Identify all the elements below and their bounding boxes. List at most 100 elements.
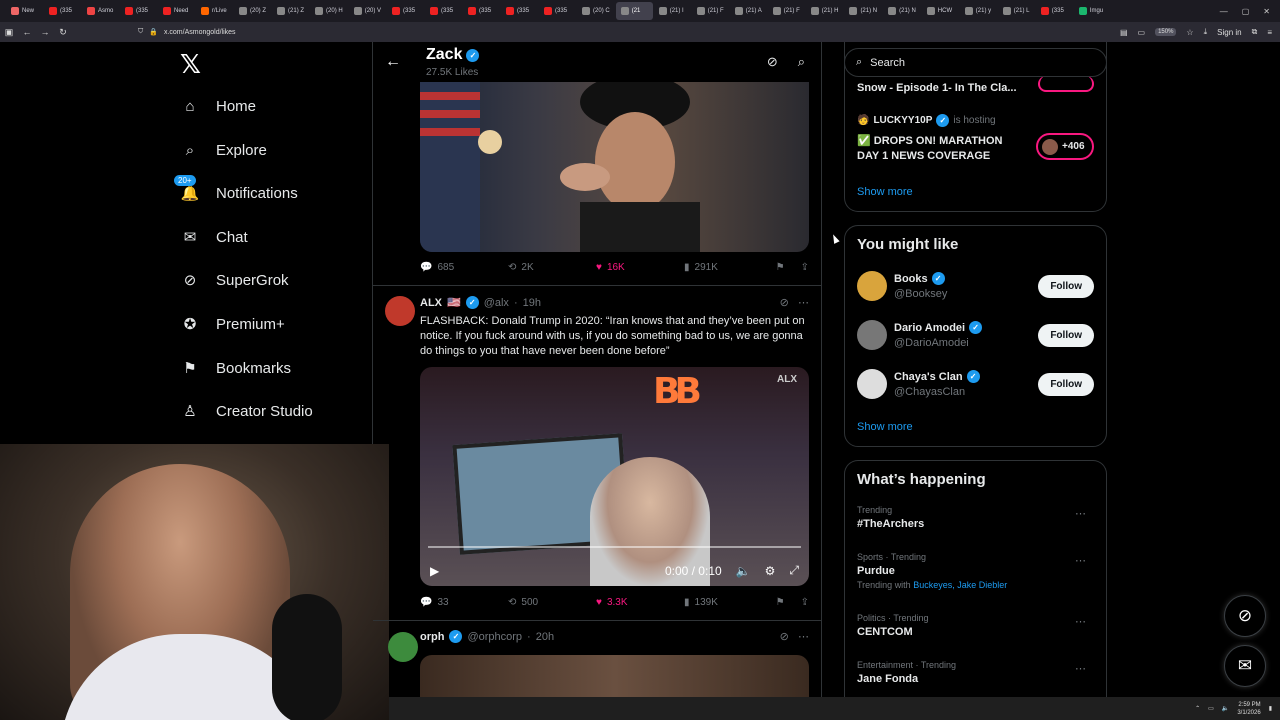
browser-tab[interactable]: (335 [1036,2,1073,20]
repost-button[interactable]: ⟲ 2K [508,262,596,273]
sidebar-item-chat[interactable]: ✉ Chat [180,227,248,247]
browser-tab[interactable]: (335 [501,2,538,20]
post-time[interactable]: 19h [523,297,541,309]
live-pill-partial[interactable] [1038,76,1094,92]
post-image[interactable] [420,655,809,697]
bookmark-icon[interactable]: ⚑ [776,262,785,273]
show-more-link[interactable]: Show more [857,421,913,433]
browser-tab[interactable]: (20) Z [234,2,271,20]
grok-icon[interactable]: ⊘ [780,631,789,643]
views-button[interactable]: ▮ 139K [684,597,772,608]
reply-button[interactable]: 💬 33 [420,597,508,608]
more-icon[interactable]: ⋯ [1075,662,1086,675]
download-icon[interactable]: ⤓ [1204,27,1208,37]
video-player[interactable]: BB ALX ▶ 0:00 / 0:10 🔈 ⚙ ⤢ [420,367,809,586]
trend-item[interactable]: Entertainment · Trending Jane Fonda ⋯ [857,660,1094,685]
browser-tab[interactable]: (21) L [998,2,1035,20]
browser-tab[interactable]: (21 [615,2,653,20]
browser-tab[interactable]: r/Live [196,2,233,20]
back-icon[interactable]: ← [18,27,36,37]
menu-icon[interactable]: ≡ [1267,28,1272,37]
x-logo-icon[interactable]: 𝕏 [180,50,201,80]
like-button[interactable]: ♥ 3.3K [596,597,684,608]
author-name[interactable]: ALX [420,297,442,309]
zoom-level[interactable]: 150% [1155,28,1177,36]
browser-tab[interactable]: HCW [922,2,959,20]
author-handle[interactable]: @alx [484,297,509,309]
more-icon[interactable]: ⋯ [1075,554,1086,567]
host-name[interactable]: LUCKYY10P [873,115,932,126]
grok-icon[interactable]: ⊘ [767,54,778,70]
share-icon[interactable]: ⇪ [801,597,809,608]
views-button[interactable]: ▮ 291K [684,262,772,273]
follow-button[interactable]: Follow [1038,323,1094,347]
browser-tab[interactable]: (335 [44,2,81,20]
volume-icon[interactable]: 🔈 [1222,705,1229,712]
browser-tab[interactable]: (21) Z [272,2,309,20]
back-arrow-icon[interactable]: ← [385,53,401,71]
browser-tab[interactable]: (20) V [349,2,386,20]
browser-tab[interactable]: (335 [387,2,424,20]
reader-icon[interactable]: ▤ [1120,28,1128,37]
repost-button[interactable]: ⟲ 500 [508,597,596,608]
signin-button[interactable]: Sign in [1217,28,1241,37]
post-image[interactable] [420,82,809,252]
more-icon[interactable]: ⋯ [798,631,809,643]
trending-with-links[interactable]: Buckeyes, Jake Diebler [913,580,1007,590]
avatar[interactable] [857,271,887,301]
reply-button[interactable]: 💬 685 [420,262,508,273]
avatar[interactable] [857,320,887,350]
sidebar-item-explore[interactable]: ⌕ Explore [180,140,267,160]
browser-tab[interactable]: (21) y [960,2,997,20]
trend-item[interactable]: Sports · Trending Purdue Trending with Buc… [857,552,1094,590]
browser-tab[interactable]: (21) N [883,2,921,20]
search-input[interactable]: ⌕ Search [844,48,1107,77]
browser-tab[interactable]: Need [158,2,195,20]
browser-tab[interactable]: (21) A [730,2,767,20]
live-title-partial[interactable]: Snow - Episode 1- In The Cla... [857,82,1017,94]
browser-tab[interactable]: (21) I [654,2,691,20]
sidebar-item-creator-studio[interactable]: ♙ Creator Studio [180,401,312,421]
grok-fab-button[interactable]: ⊘ [1224,595,1266,637]
browser-tab[interactable]: New [6,2,43,20]
sidebar-item-premium[interactable]: ✪ Premium+ [180,314,285,334]
browser-tab[interactable]: (21) N [844,2,882,20]
search-icon[interactable]: ⌕ [798,54,805,70]
browser-tab[interactable]: Imgu [1074,2,1111,20]
author-handle[interactable]: @orphcorp [467,631,522,643]
follow-button[interactable]: Follow [1038,372,1094,396]
close-icon[interactable]: ✕ [1263,7,1270,16]
browser-tab[interactable]: (21) H [806,2,844,20]
post-time[interactable]: 20h [536,631,554,643]
tray-chevron-icon[interactable]: ⌃ [1195,705,1200,712]
sidebar-item-supergrok[interactable]: ⊘ SuperGrok [180,270,289,290]
notification-icon[interactable]: ▮ [1269,705,1272,712]
browser-tab[interactable]: (335 [120,2,157,20]
settings-icon[interactable]: ⚙ [765,564,776,578]
play-icon[interactable]: ▶ [430,564,439,578]
fullscreen-icon[interactable]: ⤢ [789,563,799,578]
suggested-user[interactable]: Chaya's Clan ✓ @ChayasClan Follow [857,364,1094,404]
trend-item[interactable]: Trending #TheArchers ⋯ [857,505,1094,530]
url-bar[interactable]: ⛉ 🔒 x.com/Asmongold/likes [132,24,1032,40]
browser-tab[interactable]: (20) H [310,2,348,20]
browser-tab[interactable]: (21) F [692,2,729,20]
network-icon[interactable]: ▭ [1208,705,1214,712]
grok-icon[interactable]: ⊘ [780,297,789,309]
minimize-icon[interactable]: — [1220,7,1228,16]
extensions-icon[interactable]: ⧉ [1252,27,1258,37]
follow-button[interactable]: Follow [1038,274,1094,298]
avatar[interactable] [857,369,887,399]
browser-tab[interactable]: (335 [463,2,500,20]
like-button[interactable]: ♥ 16K [596,262,684,273]
pip-icon[interactable]: ▭ [1138,28,1146,37]
browser-tab[interactable]: (335 [425,2,462,20]
more-icon[interactable]: ⋯ [1075,615,1086,628]
maximize-icon[interactable]: ▢ [1242,7,1250,16]
video-progress-bar[interactable] [428,546,801,548]
suggested-user[interactable]: Books ✓ @Booksey Follow [857,266,1094,306]
browser-tab[interactable]: (21) F [768,2,805,20]
show-more-link[interactable]: Show more [857,186,913,198]
sidebar-item-notifications[interactable]: 🔔 20+ Notifications [174,175,298,203]
avatar[interactable] [385,296,415,326]
